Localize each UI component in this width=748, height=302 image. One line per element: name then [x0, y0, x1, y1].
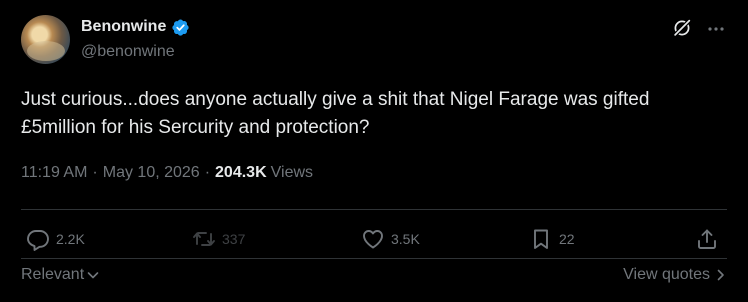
sort-dropdown[interactable]: Relevant — [21, 266, 100, 284]
more-icon[interactable] — [706, 19, 726, 39]
chevron-right-icon — [717, 269, 724, 281]
chevron-down-icon — [87, 272, 99, 279]
repost-button[interactable]: 337 — [192, 225, 245, 253]
sort-label: Relevant — [21, 266, 85, 283]
repost-count: 337 — [222, 231, 246, 247]
tweet-meta: 11:19 AM · May 10, 2026 · 204.3K Views — [21, 164, 313, 182]
avatar[interactable] — [21, 15, 70, 64]
views-label: Views — [270, 164, 314, 181]
meta-separator: · — [204, 164, 211, 181]
like-button[interactable]: 3.5K — [361, 225, 420, 253]
grok-icon[interactable] — [671, 17, 693, 39]
like-count: 3.5K — [391, 231, 420, 247]
bookmark-count: 22 — [559, 231, 575, 247]
tweet-time[interactable]: 11:19 AM — [21, 164, 87, 182]
bookmark-button[interactable]: 22 — [529, 225, 575, 253]
divider — [21, 258, 727, 259]
author-handle[interactable]: @benonwine — [81, 43, 175, 61]
heart-icon — [363, 230, 383, 249]
reply-icon — [27, 230, 49, 251]
views-count[interactable]: 204.3K — [215, 164, 267, 182]
divider — [21, 209, 727, 210]
view-quotes-label: View quotes — [623, 266, 710, 283]
reply-count: 2.2K — [56, 231, 85, 247]
share-icon — [698, 229, 716, 249]
share-button[interactable] — [695, 225, 719, 253]
author-display-name[interactable]: Benonwine — [81, 18, 166, 36]
author-name-row: Benonwine — [81, 16, 190, 38]
tweet-text: Just curious...does anyone actually give… — [21, 89, 650, 138]
verified-badge-icon[interactable] — [171, 18, 190, 37]
meta-separator: · — [92, 164, 98, 181]
tweet-date[interactable]: May 10, 2026 — [103, 164, 200, 182]
view-quotes-link[interactable]: View quotes — [623, 266, 726, 284]
reply-button[interactable]: 2.2K — [26, 225, 85, 253]
bookmark-icon — [534, 229, 548, 249]
repost-icon — [193, 232, 215, 246]
